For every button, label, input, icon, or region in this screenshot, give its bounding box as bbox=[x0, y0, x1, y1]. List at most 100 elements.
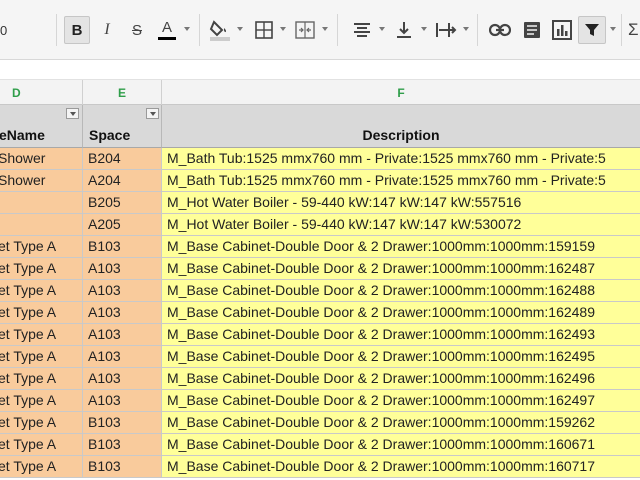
toolbar-divider bbox=[56, 14, 57, 46]
header-cell-name[interactable]: eName bbox=[0, 105, 83, 148]
cell-space[interactable]: B103 bbox=[83, 236, 162, 258]
filter-dropdown-icon[interactable] bbox=[66, 108, 79, 119]
cell-name[interactable] bbox=[0, 192, 83, 214]
cell-description[interactable]: M_Base Cabinet-Double Door & 2 Drawer:10… bbox=[162, 302, 640, 324]
chevron-down-icon[interactable] bbox=[610, 27, 616, 31]
cell-description[interactable]: M_Base Cabinet-Double Door & 2 Drawer:10… bbox=[162, 456, 640, 478]
cell-name[interactable]: et Type A bbox=[0, 346, 83, 368]
table-row: et Type A A103 M_Base Cabinet-Double Door … bbox=[0, 324, 640, 346]
vertical-align-button[interactable] bbox=[392, 16, 416, 44]
cell-space[interactable]: B103 bbox=[83, 434, 162, 456]
zoom-select[interactable]: 0 bbox=[0, 16, 20, 44]
cell-name[interactable]: et Type A bbox=[0, 324, 83, 346]
cell-space[interactable]: A103 bbox=[83, 368, 162, 390]
horizontal-align-button[interactable] bbox=[350, 16, 374, 44]
cell-space[interactable]: A103 bbox=[83, 324, 162, 346]
cell-space[interactable]: B103 bbox=[83, 456, 162, 478]
chevron-down-icon[interactable] bbox=[184, 27, 190, 31]
bold-button[interactable]: B bbox=[64, 16, 90, 44]
cell-text: Shower bbox=[0, 150, 46, 166]
cell-space[interactable]: A103 bbox=[83, 346, 162, 368]
cell-description[interactable]: M_Hot Water Boiler - 59-440 kW:147 kW:14… bbox=[162, 214, 640, 236]
text-wrap-button[interactable] bbox=[433, 16, 459, 44]
cell-space[interactable]: A204 bbox=[83, 170, 162, 192]
cell-text: et Type A bbox=[0, 392, 57, 408]
cell-text: Shower bbox=[0, 172, 46, 188]
cell-name[interactable]: et Type A bbox=[0, 412, 83, 434]
cell-space[interactable]: A103 bbox=[83, 280, 162, 302]
cell-name[interactable]: et Type A bbox=[0, 302, 83, 324]
chevron-down-icon[interactable] bbox=[379, 27, 385, 31]
cell-description[interactable]: M_Base Cabinet-Double Door & 2 Drawer:10… bbox=[162, 236, 640, 258]
column-header-e[interactable]: E bbox=[83, 80, 162, 105]
cell-name[interactable]: et Type A bbox=[0, 236, 83, 258]
insert-chart-button[interactable] bbox=[549, 16, 575, 44]
cell-name[interactable]: et Type A bbox=[0, 258, 83, 280]
table-row: et Type A B103 M_Base Cabinet-Double Door … bbox=[0, 456, 640, 478]
cell-name[interactable]: Shower bbox=[0, 170, 83, 192]
toolbar: 0 B I S A Σ bbox=[0, 0, 640, 60]
cell-space[interactable]: A103 bbox=[83, 258, 162, 280]
italic-button[interactable]: I bbox=[95, 16, 119, 44]
text-color-button[interactable]: A bbox=[154, 16, 180, 44]
merge-cells-button[interactable] bbox=[292, 16, 318, 44]
cell-name[interactable]: et Type A bbox=[0, 280, 83, 302]
insert-link-button[interactable] bbox=[487, 16, 513, 44]
cell-name[interactable]: Shower bbox=[0, 148, 83, 170]
comment-icon bbox=[524, 22, 540, 38]
cell-name[interactable] bbox=[0, 214, 83, 236]
filter-dropdown-icon[interactable] bbox=[146, 108, 159, 119]
chevron-down-icon[interactable] bbox=[322, 27, 328, 31]
text-overflow-icon bbox=[436, 23, 457, 37]
cell-space[interactable]: B103 bbox=[83, 412, 162, 434]
cell-description[interactable]: M_Bath Tub:1525 mmx760 mm - Private:1525… bbox=[162, 148, 640, 170]
cell-text: et Type A bbox=[0, 370, 57, 386]
table-row: et Type A A103 M_Base Cabinet-Double Door … bbox=[0, 280, 640, 302]
filter-button[interactable] bbox=[578, 16, 606, 44]
header-cell-description[interactable]: Description bbox=[162, 105, 640, 148]
cell-text: et Type A bbox=[0, 436, 57, 452]
cell-description[interactable]: M_Base Cabinet-Double Door & 2 Drawer:10… bbox=[162, 390, 640, 412]
header-cell-space[interactable]: Space bbox=[83, 105, 162, 148]
cell-description[interactable]: M_Bath Tub:1525 mmx760 mm - Private:1525… bbox=[162, 170, 640, 192]
cell-description[interactable]: M_Hot Water Boiler - 59-440 kW:147 kW:14… bbox=[162, 192, 640, 214]
chevron-down-icon[interactable] bbox=[463, 27, 469, 31]
paint-bucket-icon bbox=[209, 20, 230, 41]
align-center-icon bbox=[354, 23, 370, 37]
text-color-swatch bbox=[158, 37, 176, 40]
cell-description[interactable]: M_Base Cabinet-Double Door & 2 Drawer:10… bbox=[162, 258, 640, 280]
table-row: et Type A B103 M_Base Cabinet-Double Door … bbox=[0, 236, 640, 258]
table-row: Shower A204 M_Bath Tub:1525 mmx760 mm - Pr… bbox=[0, 170, 640, 192]
insert-comment-button[interactable] bbox=[519, 16, 545, 44]
cell-name[interactable]: et Type A bbox=[0, 390, 83, 412]
chevron-down-icon[interactable] bbox=[280, 27, 286, 31]
cell-description[interactable]: M_Base Cabinet-Double Door & 2 Drawer:10… bbox=[162, 280, 640, 302]
cell-space[interactable]: A205 bbox=[83, 214, 162, 236]
chevron-down-icon[interactable] bbox=[421, 27, 427, 31]
toolbar-divider bbox=[337, 14, 338, 46]
borders-button[interactable] bbox=[251, 16, 277, 44]
strikethrough-button[interactable]: S bbox=[125, 16, 149, 44]
cell-description[interactable]: M_Base Cabinet-Double Door & 2 Drawer:10… bbox=[162, 368, 640, 390]
cell-space[interactable]: A103 bbox=[83, 390, 162, 412]
cell-space[interactable]: B204 bbox=[83, 148, 162, 170]
cell-name[interactable]: et Type A bbox=[0, 434, 83, 456]
cell-name[interactable]: et Type A bbox=[0, 456, 83, 478]
cell-description[interactable]: M_Base Cabinet-Double Door & 2 Drawer:10… bbox=[162, 412, 640, 434]
sigma-icon: Σ bbox=[628, 20, 639, 39]
chevron-down-icon[interactable] bbox=[237, 27, 243, 31]
cell-name[interactable]: et Type A bbox=[0, 368, 83, 390]
table-row: et Type A B103 M_Base Cabinet-Double Door … bbox=[0, 412, 640, 434]
cell-description[interactable]: M_Base Cabinet-Double Door & 2 Drawer:10… bbox=[162, 434, 640, 456]
toolbar-divider bbox=[477, 14, 478, 46]
fill-color-button[interactable] bbox=[206, 16, 234, 44]
table-row: A205 M_Hot Water Boiler - 59-440 kW:147 k… bbox=[0, 214, 640, 236]
column-header-f[interactable]: F bbox=[162, 80, 640, 105]
cell-space[interactable]: A103 bbox=[83, 302, 162, 324]
cell-description[interactable]: M_Base Cabinet-Double Door & 2 Drawer:10… bbox=[162, 346, 640, 368]
cell-space[interactable]: B205 bbox=[83, 192, 162, 214]
cell-description[interactable]: M_Base Cabinet-Double Door & 2 Drawer:10… bbox=[162, 324, 640, 346]
functions-button[interactable]: Σ bbox=[628, 16, 640, 44]
column-header-d[interactable]: D bbox=[0, 80, 83, 105]
table-row: et Type A A103 M_Base Cabinet-Double Door … bbox=[0, 390, 640, 412]
